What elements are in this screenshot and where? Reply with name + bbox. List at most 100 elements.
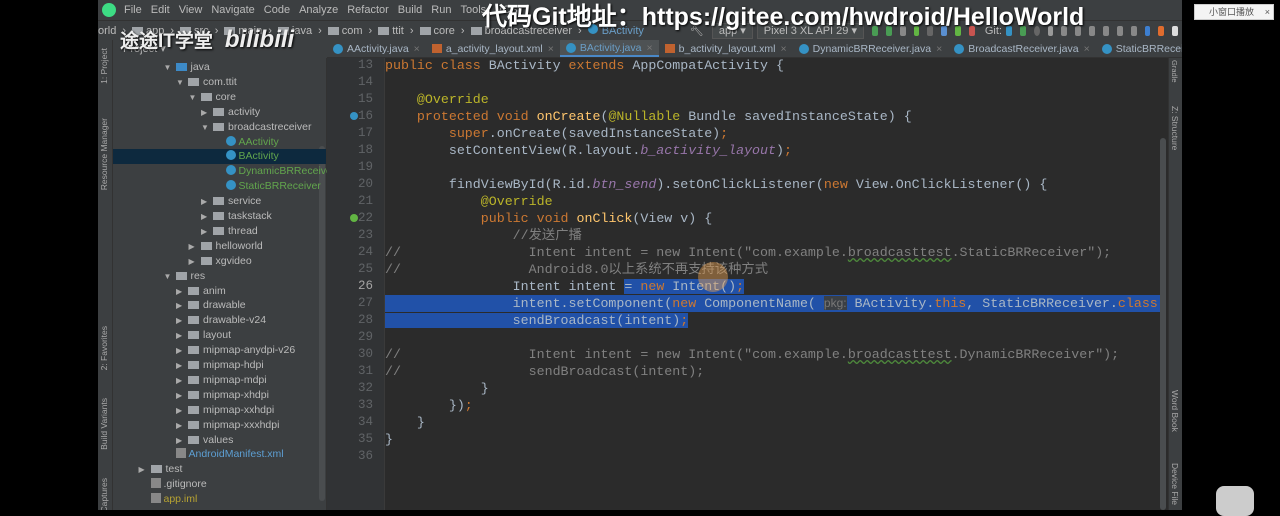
editor-tab[interactable]: DynamicBRReceiver.java × [793, 40, 949, 57]
tool-tab-favorites[interactable]: 2: Favorites [99, 326, 109, 370]
override-marker-icon[interactable] [350, 214, 358, 222]
breadcrumb-item[interactable]: core [419, 25, 455, 37]
code-line[interactable]: sendBroadcast(intent); [385, 312, 689, 329]
tool-tab-word-book[interactable]: Word Book [1170, 390, 1180, 432]
code-line[interactable]: } [385, 431, 393, 448]
code-line[interactable]: public void onClick(View v) { [385, 210, 712, 227]
folder-icon [188, 77, 199, 86]
tree-item[interactable]: AndroidManifest.xml [113, 447, 326, 462]
code-line[interactable]: @Override [385, 91, 489, 108]
tool-tab-resource-manager[interactable]: Resource Manager [99, 118, 109, 190]
close-icon[interactable]: × [414, 43, 420, 55]
code-line[interactable]: //发送广播 [385, 227, 582, 244]
tree-item[interactable]: ▶ mipmap-mdpi [113, 373, 326, 388]
menu-item[interactable]: Build [398, 4, 422, 16]
menu-item[interactable]: Code [264, 4, 290, 16]
tree-item[interactable]: ▼ java [113, 60, 326, 75]
tree-item[interactable]: ▼ res [113, 269, 326, 284]
tree-item[interactable]: ▶ drawable-v24 [113, 313, 326, 328]
tool-tab-captures[interactable]: Captures [99, 478, 109, 510]
override-marker-icon[interactable] [350, 112, 358, 120]
tree-item[interactable]: ▼ com.ttit [113, 75, 326, 90]
tree-item[interactable]: ▼ broadcastreceiver [113, 120, 326, 135]
breadcrumb-item[interactable]: com [327, 25, 363, 37]
editor-tab[interactable]: BActivity.java × [559, 40, 659, 57]
sdk-manager-icon[interactable] [1116, 25, 1123, 36]
tree-item[interactable]: ▶ values [113, 433, 326, 448]
tree-item[interactable]: ▶ anim [113, 284, 326, 299]
editor-tab[interactable]: AActivity.java × [327, 40, 426, 57]
tree-item[interactable]: ▶ helloworld [113, 239, 326, 254]
tree-item[interactable]: ▶ mipmap-hdpi [113, 358, 326, 373]
breadcrumb-item[interactable]: ttit [378, 25, 404, 37]
tool-tab-structure[interactable]: Z: Structure [1170, 106, 1180, 150]
tree-item[interactable]: app.iml [113, 492, 326, 507]
menu-item[interactable]: Refactor [347, 4, 389, 16]
arrow-right-icon: ▶ [176, 346, 183, 356]
tool-tab-project[interactable]: 1: Project [99, 48, 109, 84]
tree-item[interactable]: StaticBRReceiver [113, 179, 326, 194]
tree-item[interactable]: ▶ mipmap-anydpi-v26 [113, 343, 326, 358]
pip-close-icon[interactable]: × [1265, 5, 1270, 19]
sync-icon[interactable] [1089, 25, 1095, 36]
tool-tab-device-file[interactable]: Device File [1170, 463, 1180, 505]
code-editor[interactable]: public class BActivity extends AppCompat… [385, 58, 1160, 510]
avd-manager-icon[interactable] [1102, 25, 1109, 36]
tree-item[interactable]: AActivity [113, 135, 326, 150]
translate-alt-icon[interactable] [1158, 25, 1165, 36]
code-line[interactable]: @Override [385, 193, 553, 210]
tree-item[interactable]: ▶ taskstack [113, 209, 326, 224]
tree-item[interactable]: ▶ mipmap-xhdpi [113, 388, 326, 403]
menu-item[interactable]: File [124, 4, 142, 16]
code-line[interactable]: }); [385, 397, 473, 414]
code-line[interactable]: public class BActivity extends AppCompat… [385, 58, 784, 74]
bilibili-tv-icon[interactable] [1216, 486, 1254, 516]
close-icon[interactable]: × [548, 43, 554, 55]
menu-item[interactable]: View [179, 4, 203, 16]
code-line[interactable]: } [385, 414, 425, 431]
menu-item[interactable]: Analyze [299, 4, 338, 16]
code-line[interactable]: // Intent intent = new Intent("com.examp… [385, 244, 1111, 261]
code-line[interactable]: protected void onCreate(@Nullable Bundle… [385, 108, 912, 125]
tree-item[interactable]: ▼ core [113, 90, 326, 105]
tool-tab-build-variants[interactable]: Build Variants [99, 398, 109, 450]
tree-item[interactable]: ▶ service [113, 194, 326, 209]
tree-item[interactable]: BActivity [113, 149, 326, 165]
editor-tab[interactable]: b_activity_layout.xml × [659, 40, 793, 57]
editor-tab[interactable]: a_activity_layout.xml × [426, 40, 560, 57]
code-line[interactable]: setContentView(R.layout.b_activity_layou… [385, 142, 792, 159]
menu-item[interactable]: Run [431, 4, 451, 16]
editor-tab[interactable]: BroadcastReceiver.java × [948, 40, 1095, 57]
tree-item[interactable]: ▶ test [113, 462, 326, 477]
tree-item[interactable]: ▶ mipmap-xxxhdpi [113, 418, 326, 433]
tool-tab-gradle[interactable]: Gradle [1170, 60, 1179, 83]
menu-item[interactable]: Edit [151, 4, 170, 16]
translate-icon[interactable] [1144, 25, 1151, 36]
search-icon[interactable] [1130, 25, 1137, 36]
code-line[interactable]: intent.setComponent(new ComponentName( p… [385, 295, 1160, 312]
tree-item[interactable]: .gitignore [113, 477, 326, 492]
close-icon[interactable]: × [647, 42, 653, 54]
close-icon[interactable]: × [781, 43, 787, 55]
editor-tab[interactable]: StaticBRReceiver.java× [1096, 40, 1182, 57]
pip-button[interactable]: 小窗口播放 × [1194, 4, 1274, 20]
tree-item[interactable]: ▶ xgvideo [113, 254, 326, 269]
tree-item[interactable]: ▶ activity [113, 105, 326, 120]
tree-item[interactable]: ▶ mipmap-xxhdpi [113, 403, 326, 418]
code-line[interactable]: // Intent intent = new Intent("com.examp… [385, 346, 1119, 363]
tree-item[interactable]: DynamicBRReceiver [113, 164, 335, 179]
tree-item[interactable]: ▶ thread [113, 224, 326, 239]
code-line[interactable]: } [385, 380, 489, 397]
code-line[interactable]: findViewById(R.id.btn_send).setOnClickLi… [385, 176, 1048, 193]
avatar-icon[interactable] [1172, 25, 1179, 36]
tree-item[interactable]: ▶ drawable [113, 298, 326, 313]
editor-scrollbar[interactable] [1160, 138, 1166, 510]
breadcrumb-item[interactable]: orld [98, 25, 116, 37]
close-icon[interactable]: × [1084, 43, 1090, 55]
code-line[interactable]: // sendBroadcast(intent); [385, 363, 704, 380]
code-line[interactable]: Intent intent = new Intent(); [385, 278, 745, 295]
code-line[interactable]: super.onCreate(savedInstanceState); [385, 125, 728, 142]
menu-item[interactable]: Navigate [211, 4, 254, 16]
close-icon[interactable]: × [936, 43, 942, 55]
tree-item[interactable]: ▶ layout [113, 328, 326, 343]
